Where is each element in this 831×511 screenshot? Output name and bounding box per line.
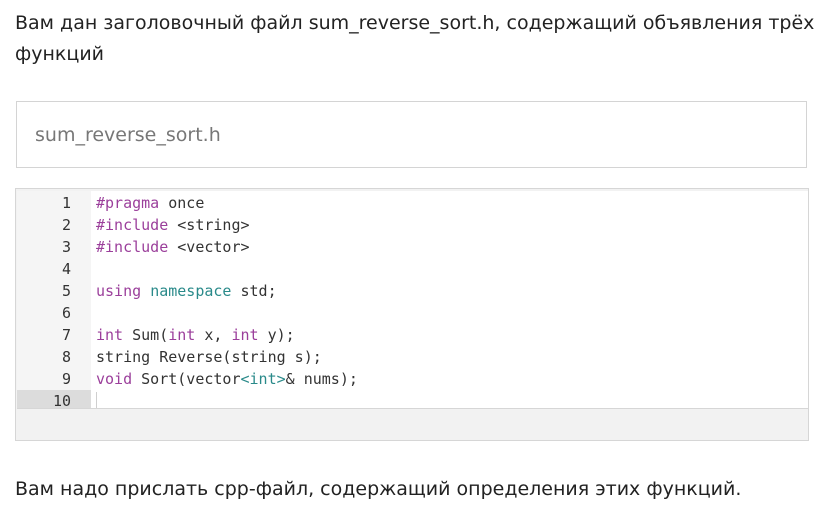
code-token: Sort(vector xyxy=(132,370,241,388)
code-text: using namespace std; xyxy=(96,280,277,302)
code-token: Sum( xyxy=(123,326,169,344)
code-line[interactable]: 1 #pragma once xyxy=(17,192,808,214)
code-keyword: int xyxy=(231,326,259,344)
code-token: x, xyxy=(195,326,232,344)
code-line[interactable]: 5 using namespace std; xyxy=(17,280,808,302)
code-keyword: <int> xyxy=(240,370,286,388)
code-line[interactable]: 3 #include <vector> xyxy=(17,236,808,258)
code-token: <vector> xyxy=(168,238,250,256)
code-keyword: int xyxy=(96,326,124,344)
code-text: #pragma once xyxy=(96,192,204,214)
code-line[interactable]: 8 string Reverse(string s); xyxy=(17,346,808,368)
code-text: void Sort(vector<int>& nums); xyxy=(96,368,358,390)
code-token: & nums); xyxy=(285,370,358,388)
code-keyword: using xyxy=(96,282,142,300)
code-keyword: void xyxy=(96,370,133,388)
code-block: 1 #pragma once 2 #include <string> 3 #include… xyxy=(15,188,809,441)
code-editor[interactable]: 1 #pragma once 2 #include <string> 3 #include… xyxy=(17,191,808,409)
code-line[interactable]: 7 int Sum(int x, int y); xyxy=(17,324,808,346)
line-number: 8 xyxy=(61,348,71,366)
code-text: int Sum(int x, int y); xyxy=(96,324,295,346)
code-line[interactable]: 6 xyxy=(17,302,808,324)
file-name-panel: sum_reverse_sort.h xyxy=(16,101,807,168)
code-keyword: namespace xyxy=(150,282,232,300)
line-number: 7 xyxy=(61,326,71,344)
code-line[interactable]: 2 #include <string> xyxy=(17,214,808,236)
line-number: 1 xyxy=(61,194,71,212)
code-text: #include <string> xyxy=(96,214,250,236)
code-keyword: #include xyxy=(96,238,169,256)
file-name: sum_reverse_sort.h xyxy=(35,124,221,146)
code-keyword: #include xyxy=(96,216,169,234)
line-number: 9 xyxy=(61,370,71,388)
outro-paragraph: Вам надо прислать cpp-файл, содержащий о… xyxy=(15,478,742,500)
code-line[interactable]: 4 xyxy=(17,258,808,280)
code-text: string Reverse(string s); xyxy=(96,346,322,368)
line-number: 5 xyxy=(61,282,71,300)
intro-paragraph: Вам дан заголовочный файл sum_reverse_so… xyxy=(15,12,815,65)
code-text: #include <vector> xyxy=(96,236,250,258)
code-token: once xyxy=(159,194,205,212)
code-token: string Reverse(string s); xyxy=(96,348,322,366)
code-keyword: int xyxy=(168,326,196,344)
line-number: 10 xyxy=(17,390,91,408)
line-number: 3 xyxy=(61,238,71,256)
text-cursor xyxy=(96,392,97,408)
code-keyword: #pragma xyxy=(96,194,160,212)
code-line[interactable]: 9 void Sort(vector<int>& nums); xyxy=(17,368,808,390)
line-number: 2 xyxy=(61,216,71,234)
line-number: 6 xyxy=(61,304,71,322)
code-line[interactable]: 10 xyxy=(17,390,808,408)
code-token: std; xyxy=(231,282,277,300)
line-number: 4 xyxy=(61,260,71,278)
code-token: y); xyxy=(258,326,295,344)
code-token: <string> xyxy=(168,216,250,234)
